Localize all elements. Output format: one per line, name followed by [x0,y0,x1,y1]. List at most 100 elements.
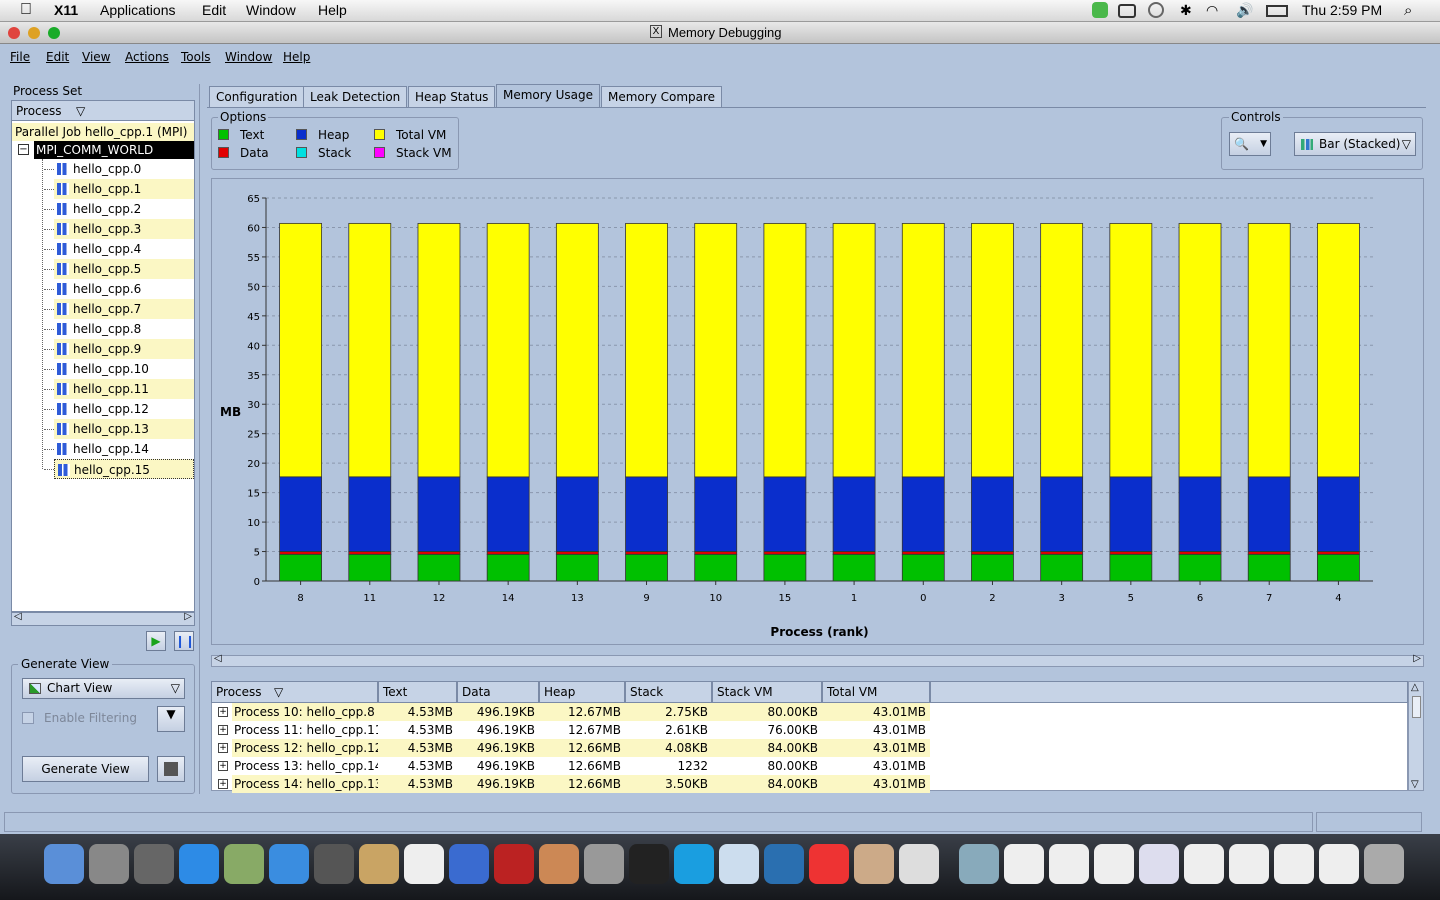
process-row[interactable]: hello_cpp.0 [54,159,194,179]
bar-heap[interactable] [486,476,530,552]
mac-menu-applications[interactable]: Applications [100,2,176,18]
menu-help[interactable]: Help [283,50,310,64]
bar-data[interactable] [832,551,876,555]
bar-total-vm[interactable] [486,223,530,478]
bar-heap[interactable] [1317,476,1360,552]
bar-text[interactable] [486,553,530,582]
process-row[interactable]: hello_cpp.15 [54,459,194,479]
bar-data[interactable] [417,551,461,555]
bar-total-vm[interactable] [694,223,738,478]
process-row[interactable]: hello_cpp.9 [54,339,194,359]
menu-view[interactable]: View [82,50,110,64]
finder-icon[interactable] [44,844,84,884]
bluetooth-icon[interactable]: ✱ [1180,2,1192,19]
bar-total-vm[interactable] [1178,223,1222,478]
system-preferences-icon[interactable] [584,844,624,884]
doc-window-icon[interactable] [1049,844,1089,884]
bar-heap[interactable] [694,476,738,552]
app-store-icon[interactable] [179,844,219,884]
wifi-icon[interactable]: ◠ [1206,2,1218,19]
bar-total-vm[interactable] [901,223,945,478]
option-swatch-total-vm[interactable] [374,129,385,140]
spotlight-search-icon[interactable]: ⌕ [1404,2,1412,19]
expand-icon[interactable]: + [218,761,228,771]
chart-scroll-right-icon[interactable]: ▷ [1413,653,1421,664]
tab-memory-compare[interactable]: Memory Compare [601,86,723,108]
bar-heap[interactable] [763,476,807,552]
mac-app-name[interactable]: X11 [54,2,78,18]
bar-text[interactable] [1040,553,1084,582]
table-vscrollbar[interactable]: △ ▽ [1408,681,1424,791]
bar-total-vm[interactable] [1317,223,1360,478]
status-monitor-icon[interactable] [1118,4,1136,18]
option-swatch-data[interactable] [218,147,229,158]
process-column-header[interactable]: Process ▽ [12,101,194,121]
bar-data[interactable] [1040,551,1084,555]
table-scroll-down-icon[interactable]: ▽ [1411,779,1419,790]
x11-dock-icon[interactable] [899,844,939,884]
expand-icon[interactable]: + [218,743,228,753]
table-scroll-thumb[interactable] [1412,696,1421,718]
quicktime-icon[interactable] [764,844,804,884]
process-row[interactable]: hello_cpp.8 [54,319,194,339]
time-machine-icon[interactable] [1148,2,1164,18]
bar-heap[interactable] [348,476,392,552]
status-app-icon[interactable] [1092,2,1108,18]
bar-heap[interactable] [971,476,1014,552]
bar-total-vm[interactable] [348,222,392,478]
clock[interactable]: Thu 2:59 PM [1302,2,1382,18]
minimize-window-button[interactable] [28,27,40,39]
menu-window[interactable]: Window [225,50,272,64]
menu-tools[interactable]: Tools [181,50,211,64]
itunes-icon[interactable] [449,844,489,884]
bar-text[interactable] [832,553,876,582]
calendar-icon[interactable] [404,844,444,884]
dashboard-icon[interactable] [134,844,174,884]
tab-memory-usage[interactable]: Memory Usage [496,84,601,108]
process-row[interactable]: hello_cpp.12 [54,399,194,419]
tab-configuration[interactable]: Configuration [209,86,305,108]
skype-icon[interactable] [674,844,714,884]
facetime-icon[interactable] [314,844,354,884]
bar-total-vm[interactable] [832,223,876,478]
column-header[interactable]: Process ▽ [211,681,378,703]
comm-world-row[interactable]: MPI_COMM_WORLD [34,141,194,159]
bar-total-vm[interactable] [625,223,668,478]
chart-hscrollbar[interactable]: ◁ ▷ [211,653,1424,667]
process-row[interactable]: hello_cpp.3 [54,219,194,239]
column-header[interactable]: Total VM [822,681,930,703]
folder-icon[interactable] [959,844,999,884]
doc-window-icon-7[interactable] [1319,844,1359,884]
mac-menu-window[interactable]: Window [246,2,296,18]
bar-data[interactable] [486,551,530,555]
table-scroll-up-icon[interactable]: △ [1411,682,1419,693]
bar-data[interactable] [1317,551,1360,555]
iphoto-icon[interactable] [539,844,579,884]
bar-heap[interactable] [901,476,945,552]
bar-text[interactable] [1247,553,1291,582]
play-icon[interactable]: ▶ [146,631,166,651]
process-row[interactable]: hello_cpp.10 [54,359,194,379]
process-row[interactable]: hello_cpp.5 [54,259,194,279]
bar-data[interactable] [1247,551,1291,555]
bar-data[interactable] [555,551,599,555]
bar-text[interactable] [417,553,461,582]
doc-window-icon-3[interactable] [1139,844,1179,884]
bar-total-vm[interactable] [279,222,322,478]
bar-total-vm[interactable] [1040,223,1084,478]
mac-menu-edit[interactable]: Edit [202,2,226,18]
chart-type-select[interactable]: Bar (Stacked) ▽ [1294,132,1416,156]
preview-photos-icon[interactable] [854,844,894,884]
process-row[interactable]: hello_cpp.6 [54,279,194,299]
scroll-left-icon[interactable]: ◁ [14,611,22,622]
column-header[interactable]: Data [457,681,539,703]
bar-data[interactable] [763,551,807,555]
bar-total-vm[interactable] [971,223,1014,478]
menu-edit[interactable]: Edit [46,50,69,64]
option-swatch-text[interactable] [218,129,229,140]
bar-heap[interactable] [1109,476,1153,552]
process-row[interactable]: hello_cpp.13 [54,419,194,439]
process-row[interactable]: hello_cpp.4 [54,239,194,259]
process-row[interactable]: hello_cpp.7 [54,299,194,319]
doc-window-icon-2[interactable] [1094,844,1134,884]
